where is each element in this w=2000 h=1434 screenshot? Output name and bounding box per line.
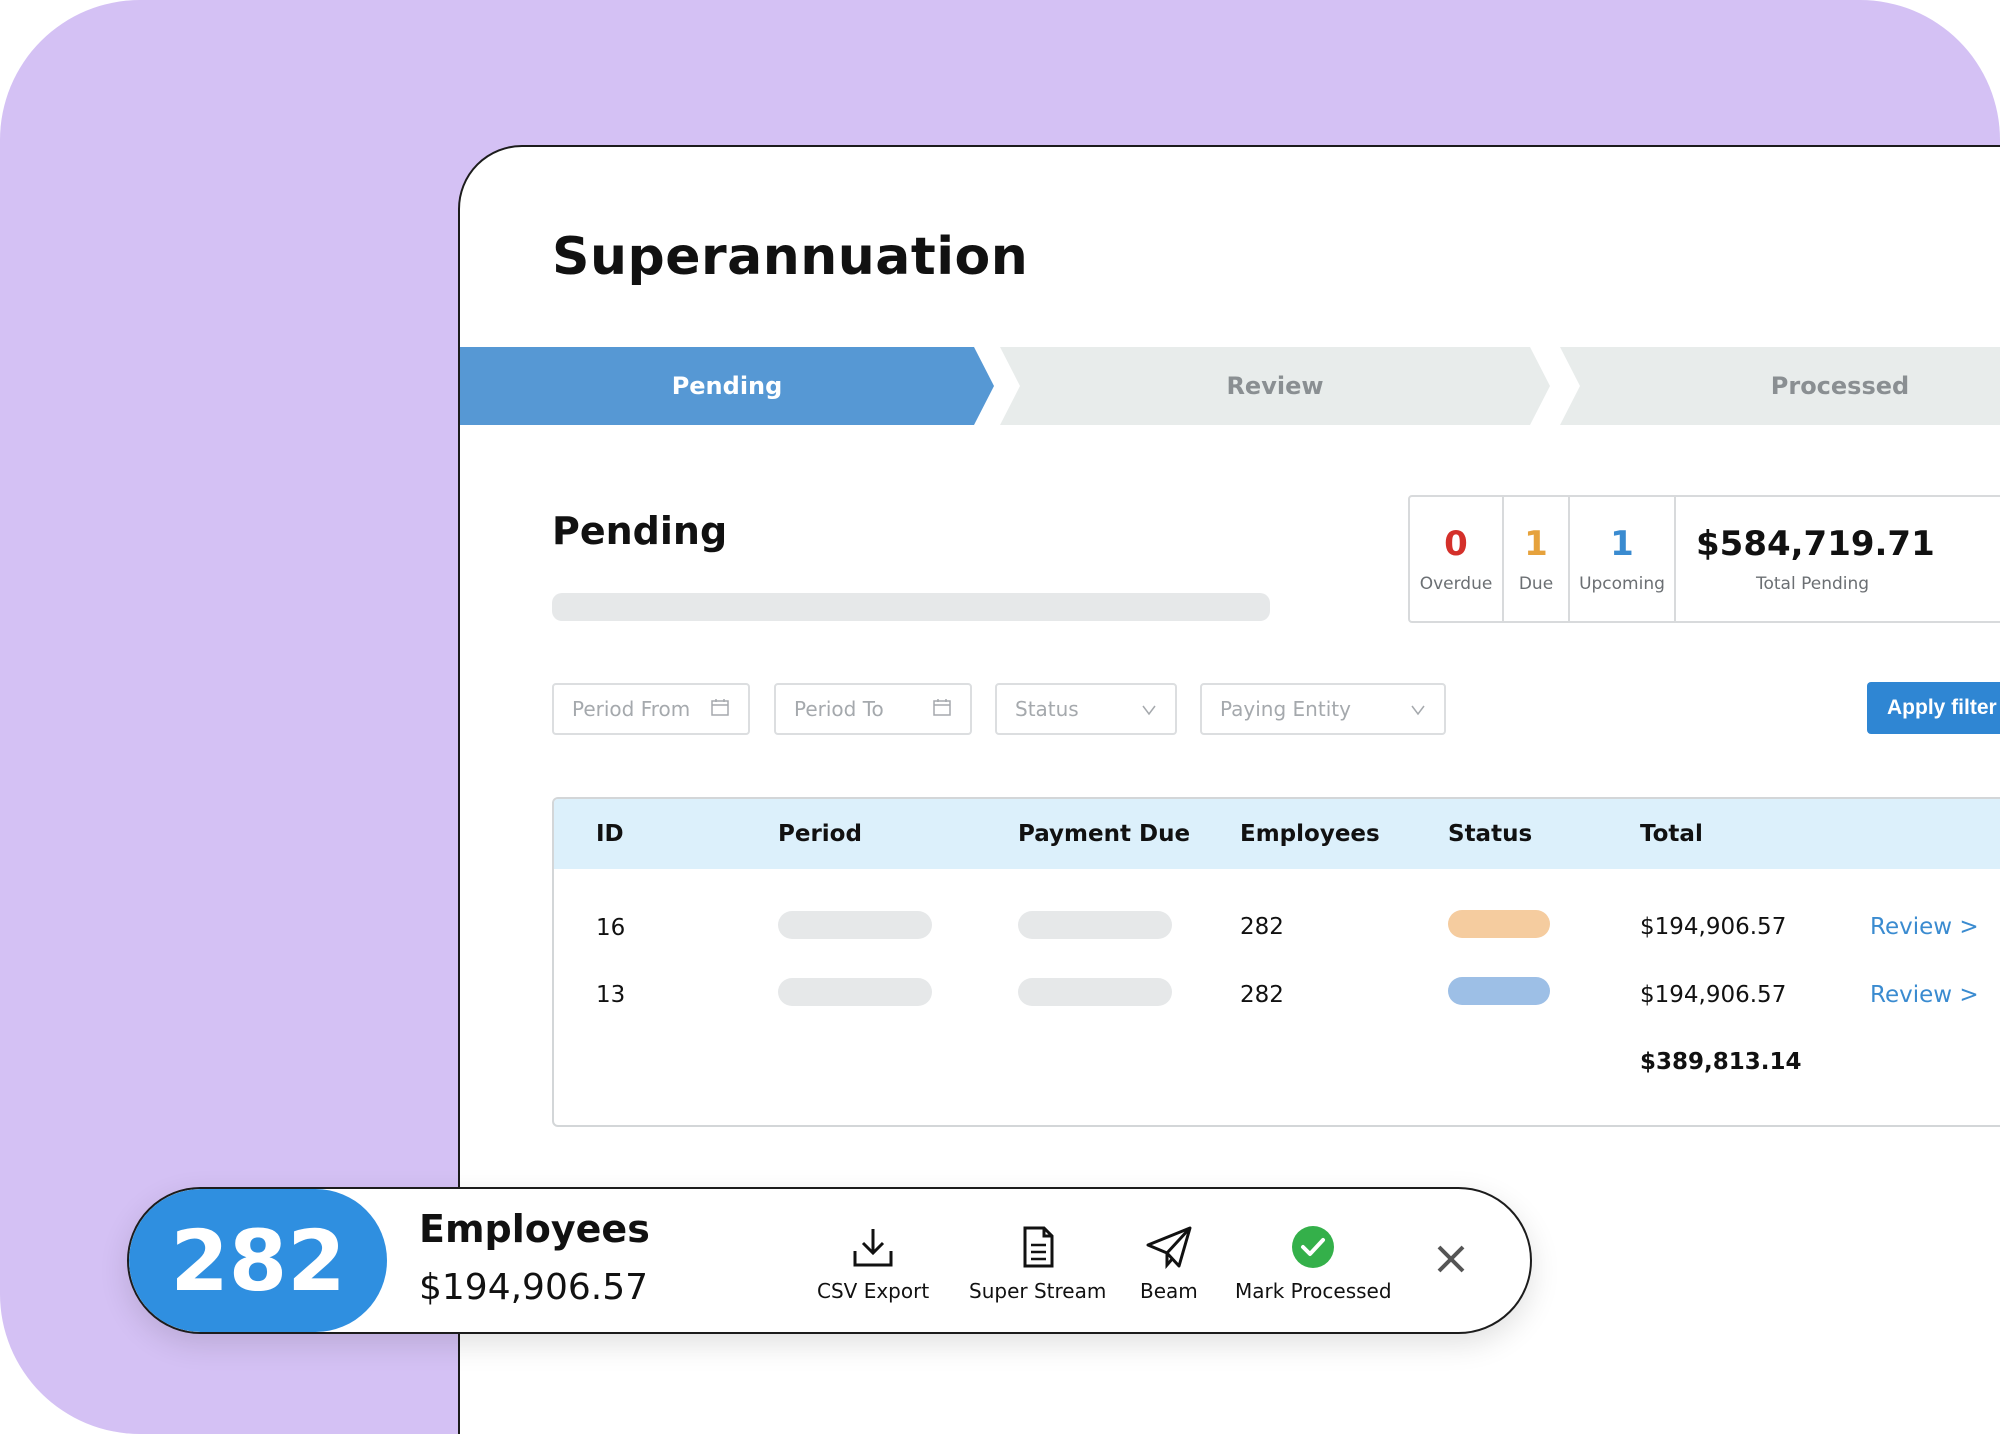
grand-total: $389,813.14 [1640,1049,1802,1075]
stat-overdue: 0 Overdue [1410,497,1504,621]
column-header-id[interactable]: ID [596,821,624,847]
stat-label: Upcoming [1579,574,1665,594]
period-placeholder [778,911,932,939]
stats-summary: 0 Overdue 1 Due 1 Upcoming $584,719.71 T… [1408,495,2000,623]
calendar-icon [932,697,952,722]
download-icon [851,1225,895,1269]
calendar-icon [710,697,730,722]
filter-label: Period From [572,697,691,721]
chevron-down-icon [1410,697,1426,721]
stat-label: Due [1518,574,1554,594]
stat-label: Total Pending [1756,574,1870,594]
column-header-status[interactable]: Status [1448,821,1532,847]
row-employees: 282 [1240,982,1284,1008]
column-header-payment-due[interactable]: Payment Due [1018,821,1190,847]
chevron-down-icon [1141,697,1157,721]
paper-plane-icon [1145,1225,1193,1269]
selected-count-badge: 282 [129,1189,387,1332]
period-from-filter[interactable]: Period From [552,683,750,735]
status-filter[interactable]: Status [995,683,1177,735]
check-circle-icon [1291,1225,1335,1269]
stat-value: 1 [1524,524,1548,564]
step-label: Processed [1770,372,1910,400]
row-total: $194,906.57 [1640,982,1787,1008]
table-header: ID Period Payment Due Employees Status T… [554,799,2000,869]
apply-filter-button[interactable]: Apply filter [1867,682,2000,734]
action-label: Super Stream [969,1279,1107,1303]
step-label: Pending [671,372,783,400]
document-icon [1016,1225,1060,1269]
payment-due-placeholder [1018,978,1172,1006]
column-header-period[interactable]: Period [778,821,862,847]
action-label: CSV Export [817,1279,930,1303]
close-button[interactable] [1429,1239,1473,1283]
status-badge [1448,977,1550,1005]
beam-button[interactable]: Beam [1140,1225,1198,1303]
stat-upcoming: 1 Upcoming [1570,497,1676,621]
step-review[interactable]: Review [1000,347,1550,425]
paying-entity-filter[interactable]: Paying Entity [1200,683,1446,735]
column-header-employees[interactable]: Employees [1240,821,1380,847]
stat-total-pending: $584,719.71 Total Pending [1676,497,1935,621]
step-label: Review [1226,372,1324,400]
progress-stepper: Pending Review Processed [460,347,2000,427]
row-id: 16 [596,915,626,941]
stat-value: 0 [1444,524,1468,564]
selection-amount: $194,906.57 [419,1267,649,1308]
stat-label: Overdue [1419,574,1493,594]
selection-action-bar: 282 Employees $194,906.57 CSV Export Sup… [127,1187,1532,1334]
status-badge [1448,910,1550,938]
review-link[interactable]: Review > [1870,982,1979,1008]
stat-value: $584,719.71 [1696,524,1935,564]
payment-due-placeholder [1018,911,1172,939]
row-employees: 282 [1240,914,1284,940]
period-to-filter[interactable]: Period To [774,683,972,735]
page-title: Superannuation [552,227,1029,287]
section-title: Pending [552,509,728,553]
row-total: $194,906.57 [1640,914,1787,940]
action-label: Mark Processed [1235,1279,1392,1303]
mark-processed-button[interactable]: Mark Processed [1235,1225,1392,1303]
payments-table: ID Period Payment Due Employees Status T… [552,797,2000,1127]
csv-export-button[interactable]: CSV Export [817,1225,929,1303]
stat-due: 1 Due [1504,497,1570,621]
filter-label: Period To [794,697,884,721]
review-link[interactable]: Review > [1870,914,1979,940]
stat-value: 1 [1610,524,1634,564]
row-id: 13 [596,982,626,1008]
step-pending[interactable]: Pending [460,347,994,425]
close-icon [1435,1243,1467,1279]
column-header-total[interactable]: Total [1640,821,1703,847]
text-placeholder-bar [552,593,1270,621]
super-stream-button[interactable]: Super Stream [969,1225,1106,1303]
period-placeholder [778,978,932,1006]
action-label: Beam [1140,1279,1198,1303]
step-processed[interactable]: Processed [1560,347,2000,425]
filter-label: Status [1015,697,1079,721]
selection-label: Employees [419,1207,650,1251]
filter-label: Paying Entity [1220,697,1351,721]
